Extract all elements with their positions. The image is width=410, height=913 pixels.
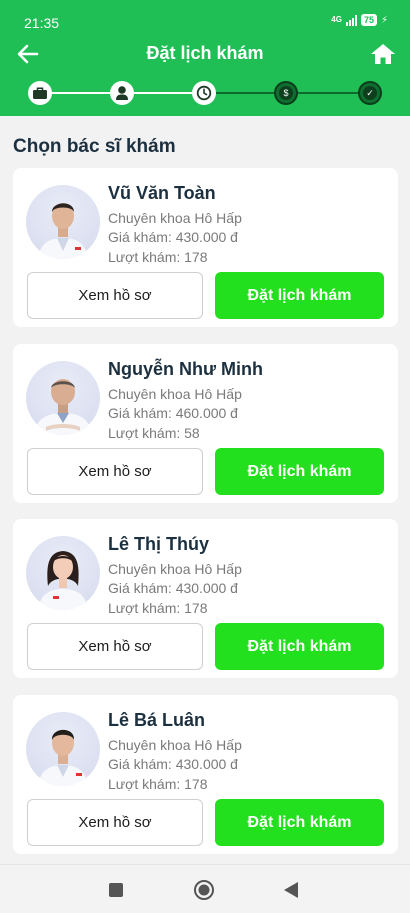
doctor-name: Nguyễn Như Minh [108, 359, 264, 379]
doctor-avatar [26, 536, 100, 610]
signal-icon [345, 14, 357, 26]
doctor-specialty: Chuyên khoa Hô Hấp [108, 561, 242, 577]
status-bar: 21:35 4G 75 ⚡ [0, 0, 410, 36]
step-4: $ [274, 81, 298, 105]
book-appointment-button[interactable]: Đặt lịch khám [215, 623, 384, 670]
doctor-specialty: Chuyên khoa Hô Hấp [108, 210, 242, 226]
step-connector [134, 92, 192, 94]
home-icon [371, 44, 395, 64]
book-appointment-button[interactable]: Đặt lịch khám [215, 272, 384, 319]
doctor-price: Giá khám: 460.000 đ [108, 405, 238, 421]
doctor-card: Lê Bá Luân Chuyên khoa Hô Hấp Giá khám: … [13, 695, 398, 854]
step-3 [192, 81, 216, 105]
doctor-avatar [26, 712, 100, 786]
doctor-icon [116, 86, 128, 100]
status-indicators: 4G 75 ⚡ [331, 14, 388, 26]
book-appointment-button[interactable]: Đặt lịch khám [215, 799, 384, 846]
doctor-name: Lê Bá Luân [108, 710, 206, 730]
system-nav-bar [0, 864, 410, 913]
recents-button[interactable] [105, 879, 127, 901]
home-button[interactable] [369, 40, 397, 68]
view-profile-button[interactable]: Xem hồ sơ [27, 623, 203, 670]
step-connector [298, 92, 360, 94]
step-connector [216, 92, 274, 94]
doctor-visits: Lượt khám: 178 [108, 776, 208, 792]
system-home-button[interactable] [193, 879, 215, 901]
step-1 [28, 81, 52, 105]
doctor-visits: Lượt khám: 178 [108, 249, 208, 265]
view-profile-button[interactable]: Xem hồ sơ [27, 448, 203, 495]
doctor-specialty: Chuyên khoa Hô Hấp [108, 386, 242, 402]
booking-stepper: $ ✓ [28, 81, 384, 105]
system-back-button[interactable] [280, 879, 302, 901]
doctor-name: Lê Thị Thúy [108, 534, 209, 554]
doctor-avatar [26, 185, 100, 259]
clock-icon [196, 85, 212, 101]
page-title: Đặt lịch khám [146, 43, 264, 63]
view-profile-button[interactable]: Xem hồ sơ [27, 272, 203, 319]
doctor-price: Giá khám: 430.000 đ [108, 756, 238, 772]
view-profile-button[interactable]: Xem hồ sơ [27, 799, 203, 846]
doctor-price: Giá khám: 430.000 đ [108, 229, 238, 245]
book-appointment-button[interactable]: Đặt lịch khám [215, 448, 384, 495]
doctor-avatar [26, 361, 100, 435]
triangle-back-icon [284, 882, 298, 898]
doctor-visits: Lượt khám: 178 [108, 600, 208, 616]
doctor-visits: Lượt khám: 58 [108, 425, 200, 441]
step-5: ✓ [358, 81, 382, 105]
doctor-card: Vũ Văn Toàn Chuyên khoa Hô Hấp Giá khám:… [13, 168, 398, 327]
section-title: Chọn bác sĩ khám [13, 136, 176, 157]
network-type: 4G [331, 15, 342, 24]
doctor-card: Lê Thị Thúy Chuyên khoa Hô Hấp Giá khám:… [13, 519, 398, 678]
app-header: 21:35 4G 75 ⚡ Đặt lịch khám $ ✓ [0, 0, 410, 116]
battery-icon: 75 [360, 14, 377, 26]
square-icon [109, 883, 123, 897]
doctor-card: Nguyễn Như Minh Chuyên khoa Hô Hấp Giá k… [13, 344, 398, 503]
doctor-name: Vũ Văn Toàn [108, 183, 216, 203]
briefcase-icon [33, 87, 47, 99]
step-connector [52, 92, 110, 94]
doctor-price: Giá khám: 430.000 đ [108, 580, 238, 596]
charging-icon: ⚡ [380, 14, 388, 26]
status-time: 21:35 [24, 15, 60, 31]
dollar-icon: $ [279, 86, 293, 100]
doctor-specialty: Chuyên khoa Hô Hấp [108, 737, 242, 753]
check-icon: ✓ [363, 86, 377, 100]
battery-level: 75 [363, 15, 374, 25]
step-2 [110, 81, 134, 105]
circle-icon [194, 880, 214, 900]
